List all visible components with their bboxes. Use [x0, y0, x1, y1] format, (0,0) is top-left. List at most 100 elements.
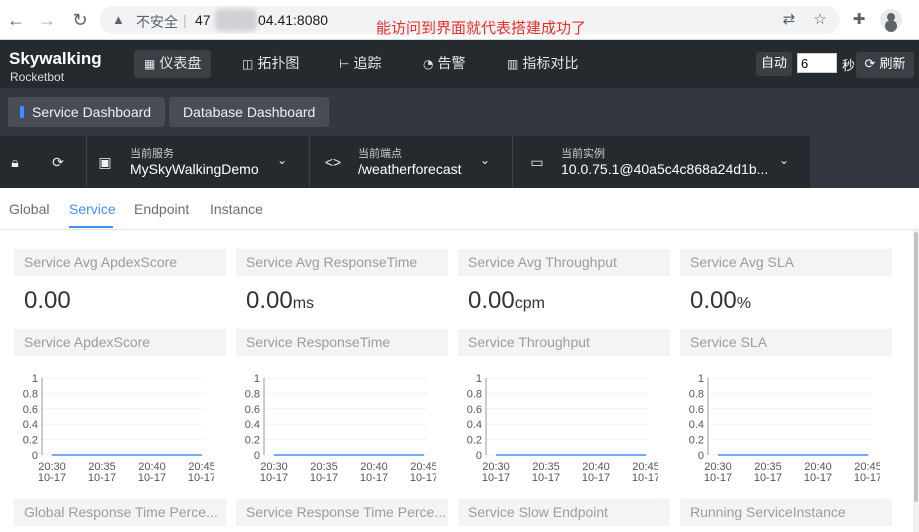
nav-topology[interactable]: ◫ 拓扑图 [232, 50, 309, 78]
x-tick-part: 10-17 [38, 472, 66, 484]
nav-compare[interactable]: ▥ 指标对比 [497, 50, 588, 78]
throughput-chart: 1 0.8 0.6 0.4 0.2 020:30 10-17 20:35 10-17 20:40 1… [467, 373, 658, 484]
y-tick-label: 0.2 [245, 435, 260, 447]
tab-instance[interactable]: Instance [210, 201, 263, 217]
annotation-text: 能访问到界面就代表搭建成功了 [376, 19, 587, 37]
dashboard-tab-bar: Service Dashboard Database Dashboard [0, 88, 919, 136]
nav-topology-label: 拓扑图 [257, 56, 300, 72]
instance-icon: ▭ [530, 154, 544, 170]
x-tick-part: 10-17 [310, 472, 338, 484]
x-tick-part: 10-17 [410, 472, 436, 484]
x-tick-part: 10-17 [482, 472, 510, 484]
x-tick-part: 10-17 [804, 472, 832, 484]
y-tick-label: 0.8 [23, 388, 38, 400]
x-tick-part: 10-17 [138, 472, 166, 484]
translate-icon[interactable]: ⇄ [780, 11, 798, 29]
y-tick-label: 0 [476, 450, 482, 462]
chevron-down-icon[interactable]: ⌄ [277, 153, 287, 167]
x-tick-label: 20:40 10-17 [804, 461, 832, 484]
x-tick-part: 10-17 [754, 472, 782, 484]
x-tick-part: 10-17 [360, 472, 388, 484]
card-title: Running ServiceInstance [680, 499, 892, 526]
app-header: Skywalking Rocketbot ▦ 仪表盘 ◫ 拓扑图 ⊢ 追踪 ◔ 告警 ▥… [0, 40, 919, 88]
x-tick-label: 20:40 10-17 [360, 461, 388, 484]
x-tick-part: 10-17 [188, 472, 214, 484]
y-tick-label: 0.8 [689, 388, 704, 400]
refresh-icon: ⟳ [864, 57, 876, 72]
y-tick-label: 1 [698, 373, 704, 385]
profile-icon[interactable] [880, 9, 902, 31]
scrollbar-thumb[interactable] [914, 232, 918, 502]
service-select[interactable]: MySkyWalkingDemo [130, 161, 259, 177]
trace-icon: ⊢ [339, 57, 350, 71]
insecure-label[interactable]: 不安全 [136, 12, 178, 32]
url-prefix[interactable]: 47 [195, 12, 211, 28]
refresh-button[interactable]: ⟳ 刷新 [856, 52, 914, 78]
sla-chart: 1 0.8 0.6 0.4 0.2 020:30 10-17 20:35 10-17 20:40 1… [689, 373, 880, 484]
compare-icon: ▥ [507, 57, 519, 71]
y-tick-label: 0.6 [23, 404, 38, 416]
warning-icon[interactable]: ▲ [112, 12, 128, 28]
y-tick-label: 1 [476, 373, 482, 385]
card-title: Service Avg ResponseTime [236, 249, 448, 276]
x-tick-label: 20:45 10-17 [188, 461, 214, 484]
lock-icon[interactable]: 🔒︎ [6, 153, 24, 171]
metric-value: 0.00 [24, 287, 71, 314]
sync-icon[interactable]: ⟳ [49, 153, 67, 171]
avg-throughput-value: 0.00cpm [468, 287, 545, 315]
card-title: Service Response Time Perce... [236, 499, 448, 526]
star-icon[interactable]: ☆ [811, 11, 829, 29]
instance-select[interactable]: 10.0.75.1@40a5c4c868a24d1b... [561, 161, 768, 177]
x-tick-part: 10-17 [632, 472, 658, 484]
x-tick-label: 20:30 10-17 [704, 461, 732, 484]
x-tick-label: 20:35 10-17 [754, 461, 782, 484]
dashboard-icon: ▦ [144, 57, 156, 71]
tab-endpoint[interactable]: Endpoint [134, 201, 189, 217]
nav-trace[interactable]: ⊢ 追踪 [329, 50, 391, 78]
x-tick-label: 20:30 10-17 [482, 461, 510, 484]
metric-unit: ms [292, 295, 315, 312]
y-tick-label: 0.4 [689, 419, 704, 431]
nav-trace-label: 追踪 [353, 56, 382, 72]
y-tick-label: 0 [698, 450, 704, 462]
nav-dashboard[interactable]: ▦ 仪表盘 [134, 50, 212, 78]
x-tick-part: 10-17 [260, 472, 288, 484]
extensions-icon[interactable]: ✚ [850, 11, 868, 29]
response-time-chart: 1 0.8 0.6 0.4 0.2 020:30 10-17 20:35 10-17 20:40 1… [245, 373, 436, 484]
y-tick-label: 0 [32, 450, 38, 462]
metric-value: 0.00 [468, 287, 515, 314]
refresh-interval-input[interactable] [797, 53, 837, 73]
tab-global[interactable]: Global [9, 201, 49, 217]
card-title: Service Avg Throughput [458, 249, 670, 276]
chevron-down-icon[interactable]: ⌄ [779, 153, 789, 167]
back-arrow-icon[interactable]: ← [5, 9, 27, 31]
x-tick-part: 10-17 [532, 472, 560, 484]
x-tick-label: 20:30 10-17 [38, 461, 66, 484]
tab-service-dashboard[interactable]: Service Dashboard [8, 97, 166, 127]
auto-refresh-button[interactable]: 自动 [756, 52, 792, 76]
y-tick-label: 1 [32, 373, 38, 385]
card-title: Service ResponseTime [236, 329, 448, 356]
tab-database-dashboard[interactable]: Database Dashboard [169, 97, 330, 127]
y-tick-label: 0.2 [467, 435, 482, 447]
x-tick-label: 20:30 10-17 [260, 461, 288, 484]
forward-arrow-icon[interactable]: → [36, 9, 58, 31]
tab-service[interactable]: Service [69, 201, 116, 217]
nav-alarm[interactable]: ◔ 告警 [413, 50, 475, 78]
nav-compare-label: 指标对比 [522, 56, 579, 72]
y-tick-label: 0.6 [689, 404, 704, 416]
card-title: Service Avg SLA [680, 249, 892, 276]
redacted-url-part [215, 9, 257, 31]
endpoint-select[interactable]: /weatherforecast [358, 161, 462, 177]
y-tick-label: 0.2 [23, 435, 38, 447]
logo-subtitle: Rocketbot [10, 70, 65, 84]
url-suffix[interactable]: 04.41:8080 [258, 12, 328, 28]
service-label: 当前服务 [130, 147, 174, 160]
y-tick-label: 0.8 [467, 388, 482, 400]
card-title: Service SLA [680, 329, 892, 356]
reload-icon[interactable]: ↻ [69, 9, 91, 31]
chevron-down-icon[interactable]: ⌄ [480, 153, 490, 167]
x-tick-label: 20:45 10-17 [632, 461, 658, 484]
y-tick-label: 0.4 [23, 419, 38, 431]
x-tick-label: 20:45 10-17 [854, 461, 880, 484]
